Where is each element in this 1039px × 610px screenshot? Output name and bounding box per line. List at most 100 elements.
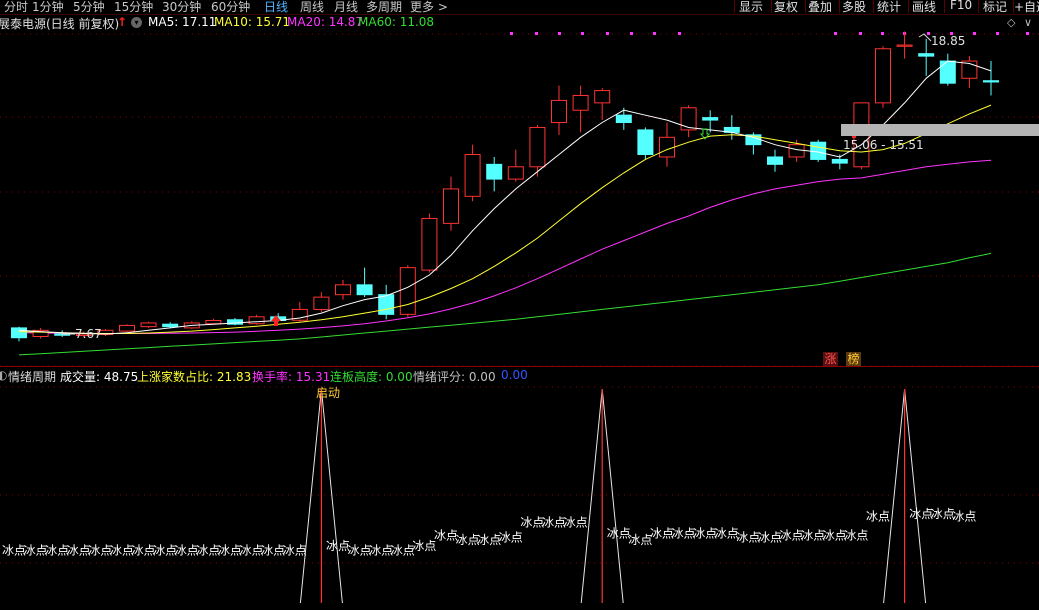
ice-point-label: 冰点 bbox=[780, 529, 804, 543]
ice-point-label: 冰点 bbox=[434, 529, 458, 543]
multi-stock-button[interactable]: 多股 bbox=[842, 0, 866, 15]
candle-body bbox=[659, 136, 675, 158]
turnover-value: 换手率: 15.31 bbox=[252, 370, 331, 384]
candle-body bbox=[205, 320, 222, 325]
rise-ratio-value: 上涨家数占比: 21.83 bbox=[137, 370, 252, 384]
indicator-toggle-icon[interactable]: ◐ bbox=[0, 368, 7, 382]
tab-15min[interactable]: 15分钟 bbox=[114, 0, 153, 15]
divider bbox=[771, 0, 772, 13]
tab-multi-period[interactable]: 多周期 bbox=[366, 0, 402, 15]
candle-body bbox=[335, 284, 351, 296]
candle-body bbox=[486, 163, 503, 180]
extra-value: 0.00 bbox=[501, 368, 528, 382]
add-watchlist-button[interactable]: +自选 bbox=[1014, 0, 1039, 15]
candle-body bbox=[313, 296, 330, 310]
limit-up-badge: 涨 bbox=[823, 352, 838, 366]
ice-point-label: 冰点 bbox=[369, 544, 393, 558]
signal-dot bbox=[678, 32, 681, 35]
kline-panel[interactable]: 展泰电源(日线 前复权) ↑ ▾ MA5: 17.11 MA10: 15.71 … bbox=[0, 14, 1039, 367]
settings-toggle-icon[interactable]: ▾ bbox=[131, 17, 142, 28]
ice-point-label: 冰点 bbox=[823, 529, 847, 543]
tab-more[interactable]: 更多 > bbox=[410, 0, 448, 15]
tab-weekly[interactable]: 周线 bbox=[300, 0, 324, 15]
up-arrow-icon: ↑ bbox=[117, 15, 128, 29]
ice-point-label: 冰点 bbox=[952, 509, 976, 523]
candle-body bbox=[896, 44, 913, 47]
ice-point-label: 冰点 bbox=[715, 526, 739, 540]
signal-dot bbox=[1026, 32, 1029, 35]
tab-daily[interactable]: 日线 bbox=[264, 0, 288, 15]
start-signal-label: 启动 bbox=[316, 386, 341, 400]
candle-body bbox=[983, 80, 999, 83]
ice-point-label: 冰点 bbox=[499, 531, 523, 545]
draw-line-button[interactable]: 画线 bbox=[912, 0, 936, 15]
ice-point-label: 冰点 bbox=[801, 529, 825, 543]
tab-intraday[interactable]: 分时 bbox=[4, 0, 28, 15]
period-toolbar: 分时 1分钟 5分钟 15分钟 30分钟 60分钟 日线 周线 月线 多周期 更… bbox=[0, 0, 1039, 15]
mark-button[interactable]: 标记 bbox=[983, 0, 1007, 15]
stock-title: 展泰电源(日线 前复权) bbox=[0, 17, 120, 31]
ice-point-label: 冰点 bbox=[456, 533, 480, 547]
ice-point-label: 冰点 bbox=[261, 544, 285, 558]
indicator-name: 情绪周期 bbox=[8, 370, 57, 384]
display-button[interactable]: 显示 bbox=[739, 0, 763, 15]
candle-body bbox=[615, 114, 632, 124]
f10-button[interactable]: F10 bbox=[950, 0, 972, 12]
board-height-value: 连板高度: 0.00 bbox=[330, 370, 413, 384]
statistics-button[interactable]: 统计 bbox=[877, 0, 901, 15]
candle-body bbox=[680, 107, 697, 131]
ice-point-label: 冰点 bbox=[542, 516, 566, 530]
tab-1min[interactable]: 1分钟 bbox=[32, 0, 64, 15]
candle-body bbox=[918, 53, 935, 57]
candle-body bbox=[356, 284, 373, 296]
candle-body bbox=[507, 166, 524, 180]
ma60-line bbox=[18, 252, 992, 356]
signal-dot bbox=[606, 32, 609, 35]
ice-point-label: 冰点 bbox=[477, 533, 501, 547]
tab-monthly[interactable]: 月线 bbox=[334, 0, 358, 15]
ma5-line bbox=[18, 60, 992, 335]
indicator-panel[interactable]: 冰点 冰点 冰点 冰点 冰点 冰点 冰点 冰点 冰点 冰点 冰点 冰点 冰点 冰点 冰点 冰点 冰点 冰点 冰点 冰点… bbox=[0, 367, 1039, 610]
tab-5min[interactable]: 5分钟 bbox=[73, 0, 105, 15]
divider bbox=[839, 0, 840, 13]
tab-60min[interactable]: 60分钟 bbox=[211, 0, 250, 15]
ice-point-label: 冰点 bbox=[412, 539, 436, 553]
volume-value: 成交量: 48.75 bbox=[60, 370, 139, 384]
signal-dot bbox=[927, 32, 930, 35]
ice-point-label: 冰点 bbox=[844, 529, 868, 543]
diamond-icon[interactable]: ◇ bbox=[1007, 16, 1015, 29]
candle-body bbox=[162, 323, 179, 328]
overlay-button[interactable]: 叠加 bbox=[808, 0, 832, 15]
divider bbox=[805, 0, 806, 13]
candle-body bbox=[399, 267, 416, 315]
ice-point-label: 冰点 bbox=[564, 516, 588, 530]
divider bbox=[944, 0, 945, 13]
ice-point-label: 冰点 bbox=[672, 526, 696, 540]
ice-point-label: 冰点 bbox=[283, 544, 307, 558]
ice-point-label: 冰点 bbox=[2, 544, 26, 558]
candle-body bbox=[119, 324, 135, 332]
ice-point-label: 冰点 bbox=[758, 531, 782, 545]
panel-divider bbox=[0, 366, 1039, 367]
ice-point-label: 冰点 bbox=[607, 526, 631, 540]
candle-body bbox=[702, 117, 719, 121]
ice-point-label: 冰点 bbox=[88, 544, 112, 558]
candle-body bbox=[551, 99, 567, 124]
signal-dot bbox=[510, 32, 513, 35]
signal-dot bbox=[881, 32, 884, 35]
signal-dot bbox=[630, 32, 633, 35]
adjust-button[interactable]: 复权 bbox=[774, 0, 798, 15]
collapse-icon[interactable]: ∨ bbox=[1024, 16, 1032, 29]
ice-point-label: 冰点 bbox=[153, 544, 177, 558]
signal-dot bbox=[996, 32, 999, 35]
ice-point-label: 冰点 bbox=[909, 507, 933, 521]
candle-body bbox=[443, 188, 459, 224]
ice-point-label: 冰点 bbox=[132, 544, 156, 558]
ma10-legend: MA10: 15.71 bbox=[214, 15, 291, 29]
candle-body bbox=[594, 90, 611, 104]
price-range-label: 15.06 - 15.51 bbox=[843, 138, 924, 152]
tab-30min[interactable]: 30分钟 bbox=[162, 0, 201, 15]
candle-body bbox=[637, 129, 654, 156]
high-price-label: 18.85 bbox=[931, 34, 966, 48]
candle-body bbox=[788, 144, 805, 158]
